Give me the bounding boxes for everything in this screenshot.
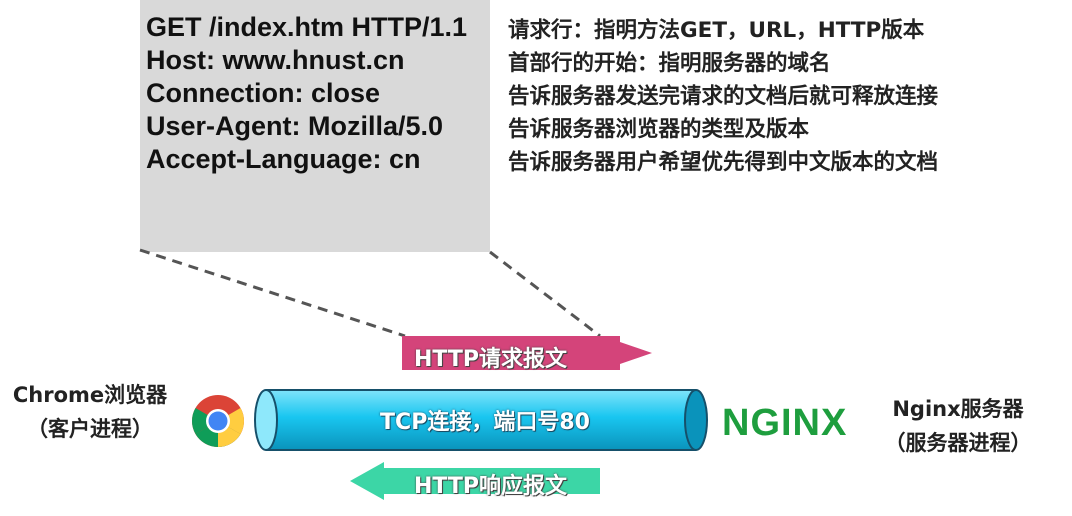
- client-label: Chrome浏览器 （客户进程）: [0, 378, 180, 446]
- server-label: Nginx服务器 （服务器进程）: [872, 392, 1044, 460]
- server-name: Nginx服务器: [892, 397, 1024, 421]
- callout-line-right: [489, 250, 601, 338]
- nginx-logo: NGINX: [722, 402, 848, 444]
- callout-line-left: [139, 248, 406, 338]
- response-arrow-label: HTTP响应报文: [414, 474, 568, 499]
- request-arrow-label: HTTP请求报文: [414, 347, 568, 372]
- client-role: （客户进程）: [27, 417, 153, 441]
- client-name: Chrome浏览器: [12, 383, 168, 407]
- server-role: （服务器进程）: [884, 431, 1032, 455]
- chrome-icon: [192, 395, 244, 447]
- tcp-connection-label: TCP连接，端口号80: [380, 410, 590, 435]
